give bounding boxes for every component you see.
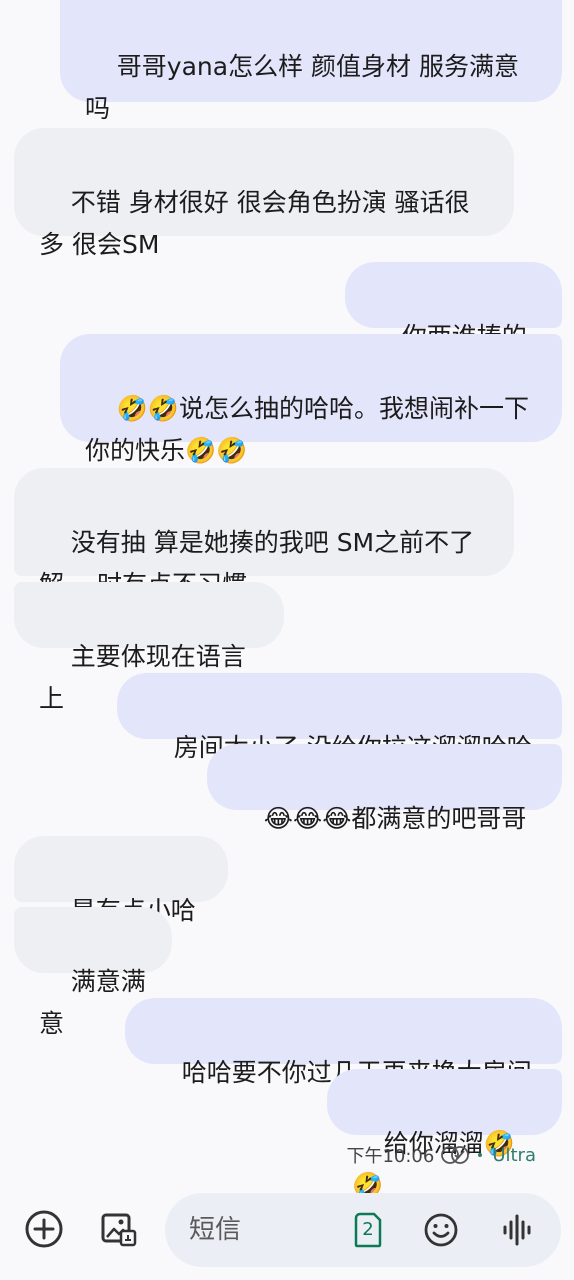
message-text: 哥哥yana怎么样 颜值身材 服务满意吗 [85,52,519,123]
message-time: 下午10:06 [346,1146,435,1167]
message-bubble-outgoing[interactable]: 😂😂😂都满意的吧哥哥 [207,744,562,833]
plus-circle-icon [24,1209,64,1249]
waveform-icon [501,1213,533,1247]
network-label: Ultra [492,1144,536,1166]
message-text: 😂😂😂都满意的吧哥哥 [263,804,527,833]
sim-card-icon: 2 [354,1212,382,1248]
message-bubble-incoming[interactable]: 没有抽 算是她揍的我吧 SM之前不了解 一时有点不习惯 [14,468,514,599]
message-text: 🤣🤣说怎么抽的哈哈。我想闹补一下你的快乐🤣🤣 [85,394,530,465]
message-bubble-outgoing[interactable]: 给你溜溜🤣🤣 [327,1069,562,1200]
image-icon [99,1209,139,1249]
message-bubble-outgoing[interactable]: 🤣🤣说怎么抽的哈哈。我想闹补一下你的快乐🤣🤣 [60,334,562,465]
conversation: 哥哥yana怎么样 颜值身材 服务满意吗 不错 身材很好 很会角色扮演 骚话很多… [0,0,574,1200]
message-bubble-outgoing[interactable]: 房间太小了 没给你拉这溜溜哈哈 [117,673,562,762]
sim-selector-button[interactable]: 2 [351,1210,385,1250]
emoji-button[interactable] [421,1210,461,1250]
message-bubble-incoming[interactable]: 不错 身材很好 很会角色扮演 骚话很多 很会SM [14,128,514,259]
message-bubble-incoming[interactable]: 是有点小哈哈 [14,836,228,967]
message-text: 不错 身材很好 很会角色扮演 骚话很多 很会SM [39,188,470,259]
add-attachment-button[interactable] [20,1205,68,1253]
message-bubble-incoming[interactable]: 主要体现在语言上 [14,582,284,713]
message-bubble-outgoing[interactable]: 哥哥yana怎么样 颜值身材 服务满意吗 [60,0,562,123]
message-input[interactable]: 短信 2 [165,1193,561,1267]
message-status: 下午10:06 Ultra [346,1143,536,1168]
gallery-button[interactable] [95,1205,143,1253]
message-bubble-incoming[interactable]: 满意满意 [14,907,172,1038]
read-receipt-icon [440,1145,470,1165]
message-composer: 短信 2 [0,1190,574,1280]
smiley-icon [423,1212,459,1248]
separator-dot [478,1153,483,1157]
message-bubble-outgoing[interactable]: 你两谁揍的谁 [345,262,562,393]
message-input-placeholder: 短信 [189,1215,242,1245]
message-bubble-outgoing[interactable]: 哈哈要不你过几天再来换大房间 [125,998,562,1087]
sim-number: 2 [362,1219,374,1240]
voice-message-button[interactable] [497,1210,537,1250]
